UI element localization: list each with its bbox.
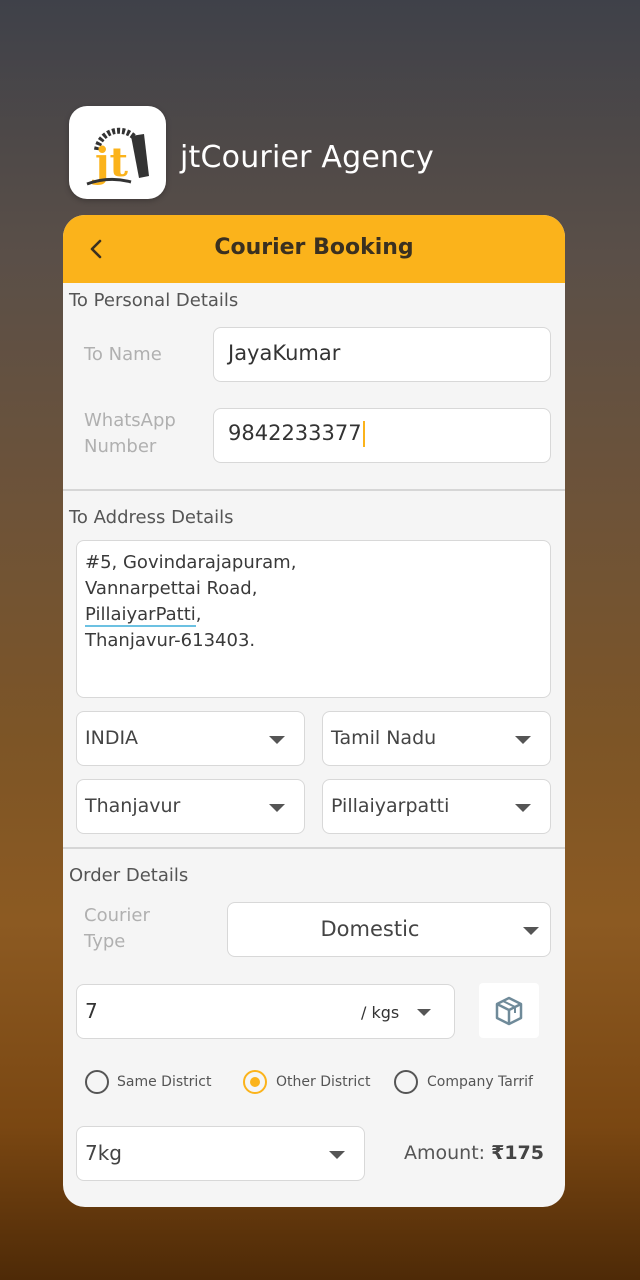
company-tarrif-label: Company Tarrif <box>427 1074 533 1090</box>
chevron-down-icon <box>269 804 285 812</box>
chevron-down-icon <box>417 1009 431 1016</box>
section-divider <box>63 847 565 849</box>
weight-unit-dropdown[interactable]: / kgs <box>361 1003 399 1022</box>
state-dropdown[interactable]: Tamil Nadu <box>322 711 551 766</box>
chevron-down-icon <box>515 736 531 744</box>
personal-section-title: To Personal Details <box>69 290 239 311</box>
page-title: Courier Booking <box>214 235 414 260</box>
package-button[interactable] <box>479 983 539 1038</box>
text-cursor <box>362 421 365 447</box>
section-divider <box>63 489 565 491</box>
chevron-down-icon <box>269 736 285 744</box>
radio-same-district[interactable] <box>85 1070 109 1094</box>
weight-value: 7 <box>85 999 98 1023</box>
to-name-value: JayaKumar <box>228 341 341 365</box>
booking-card: Courier Booking To Personal Details To N… <box>63 215 565 1207</box>
address-textarea[interactable]: #5, Govindarajapuram, Vannarpettai Road,… <box>76 540 551 698</box>
chevron-down-icon <box>523 927 539 935</box>
same-district-label: Same District <box>117 1074 212 1090</box>
courier-type-dropdown[interactable]: Domestic <box>227 902 551 957</box>
district-dropdown[interactable]: Thanjavur <box>76 779 305 834</box>
address-section-title: To Address Details <box>69 507 234 528</box>
app-name: jtCourier Agency <box>180 140 434 175</box>
country-dropdown[interactable]: INDIA <box>76 711 305 766</box>
chevron-down-icon <box>515 804 531 812</box>
courier-type-label: Courier Type <box>84 905 150 952</box>
radio-company-tarrif[interactable] <box>394 1070 418 1094</box>
whatsapp-label: WhatsApp Number <box>84 410 176 457</box>
other-district-label: Other District <box>276 1074 371 1090</box>
to-name-input[interactable]: JayaKumar <box>213 327 551 382</box>
town-dropdown[interactable]: Pillaiyarpatti <box>322 779 551 834</box>
whatsapp-value: 9842233377 <box>228 421 362 445</box>
amount-display: Amount: ₹175 <box>404 1142 544 1164</box>
jt-courier-logo-icon: jt <box>86 127 149 186</box>
order-section-title: Order Details <box>69 865 189 886</box>
header-bar: Courier Booking <box>63 215 565 283</box>
weight-slab-dropdown[interactable]: 7kg <box>76 1126 365 1181</box>
app-logo: jt <box>69 106 166 199</box>
to-name-label: To Name <box>84 344 162 365</box>
box-icon <box>495 996 523 1026</box>
whatsapp-input[interactable]: 9842233377 <box>213 408 551 463</box>
chevron-down-icon <box>329 1151 345 1159</box>
weight-input[interactable]: 7 / kgs <box>76 984 455 1039</box>
radio-other-district[interactable] <box>243 1070 267 1094</box>
